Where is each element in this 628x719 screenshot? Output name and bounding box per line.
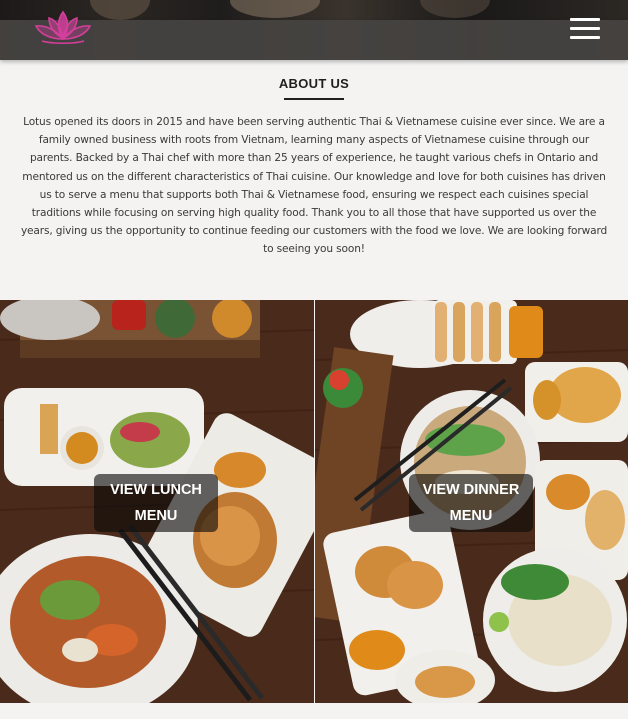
hamburger-menu-icon[interactable] <box>570 18 600 40</box>
dinner-button-line1: VIEW DINNER <box>422 482 520 498</box>
dinner-button-line2: MENU <box>449 508 493 524</box>
title-underline <box>284 98 344 100</box>
lotus-logo[interactable] <box>28 6 98 50</box>
lunch-menu-tile[interactable]: VIEW LUNCH MENU <box>0 300 314 703</box>
view-dinner-menu-button[interactable]: VIEW DINNER MENU <box>409 474 533 532</box>
about-section: ABOUT US Lotus opened its doors in 2015 … <box>0 60 628 300</box>
footer-edge <box>0 703 628 719</box>
about-title: ABOUT US <box>278 76 350 91</box>
dinner-menu-tile[interactable]: VIEW DINNER MENU <box>315 300 628 703</box>
lunch-button-line2: MENU <box>134 508 178 524</box>
lunch-button-line1: VIEW LUNCH <box>110 482 202 498</box>
about-body: Lotus opened its doors in 2015 and have … <box>20 116 608 256</box>
view-lunch-menu-button[interactable]: VIEW LUNCH MENU <box>94 474 218 532</box>
